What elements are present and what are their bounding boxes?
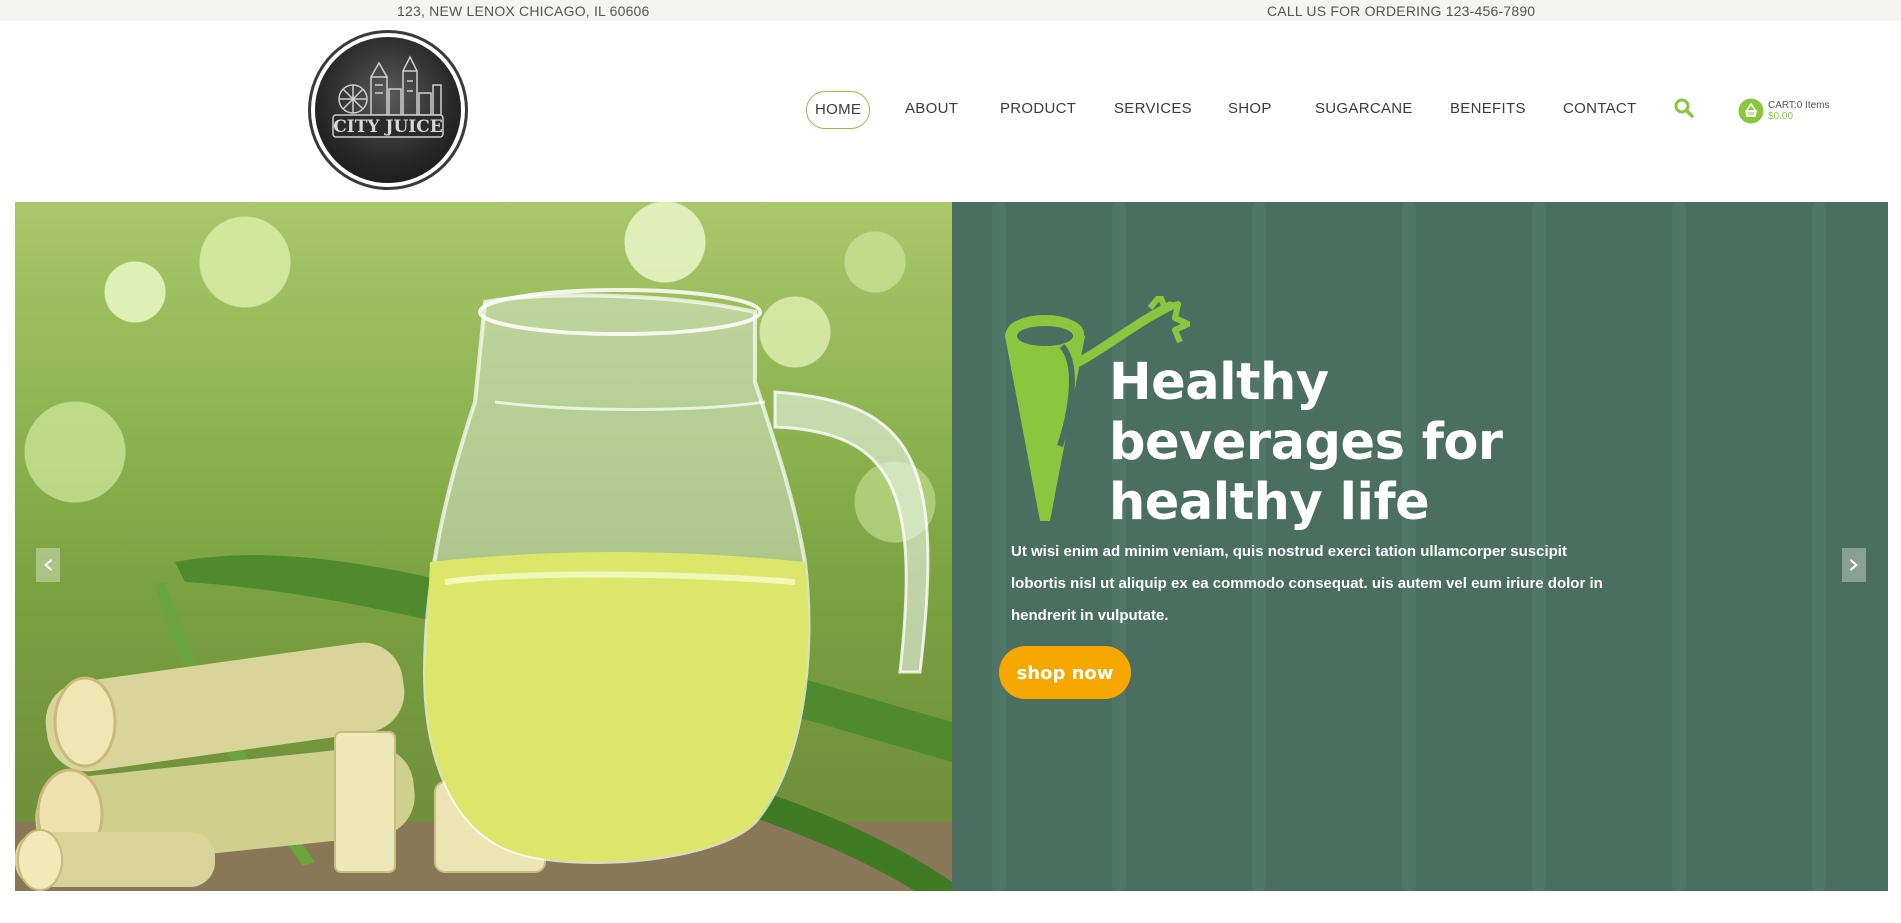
cane-pattern — [1672, 202, 1686, 891]
cart-total: $0.00 — [1768, 111, 1794, 122]
logo-text: CITY JUICE — [333, 117, 443, 137]
shop-now-button[interactable]: shop now — [999, 646, 1131, 699]
nav-shop[interactable]: SHOP — [1228, 91, 1272, 127]
hero-title: Healthy beverages for healthy life — [1109, 353, 1503, 532]
chevron-left-icon — [44, 559, 52, 571]
search-icon[interactable] — [1673, 97, 1695, 119]
basket-icon — [1738, 98, 1764, 124]
slider-next-button[interactable] — [1842, 548, 1866, 582]
nav-sugarcane[interactable]: SUGARCANE — [1315, 91, 1413, 127]
hero-image — [15, 202, 952, 891]
nav-about[interactable]: ABOUT — [905, 91, 958, 127]
address-text: 123, NEW LENOX CHICAGO, IL 60606 — [397, 3, 650, 19]
nav-contact[interactable]: CONTACT — [1563, 91, 1636, 127]
city-juice-logo[interactable]: CITY JUICE — [315, 37, 461, 183]
cart-button[interactable]: CART:0 Items $0.00 — [1738, 96, 1848, 126]
phone-text: CALL US FOR ORDERING 123-456-7890 — [1267, 3, 1536, 19]
cart-count: CART:0 Items — [1768, 100, 1830, 111]
slider-prev-button[interactable] — [36, 548, 60, 582]
hero-description: Ut wisi enim ad minim veniam, quis nostr… — [1011, 543, 1603, 624]
nav-services[interactable]: SERVICES — [1114, 91, 1192, 127]
nav-product[interactable]: PRODUCT — [1000, 91, 1076, 127]
cane-pattern — [1812, 202, 1826, 891]
chevron-right-icon — [1850, 559, 1858, 571]
nav-benefits[interactable]: BENEFITS — [1450, 91, 1526, 127]
nav-home[interactable]: HOME — [806, 91, 871, 129]
top-info-bar: 123, NEW LENOX CHICAGO, IL 60606 CALL US… — [0, 0, 1901, 21]
